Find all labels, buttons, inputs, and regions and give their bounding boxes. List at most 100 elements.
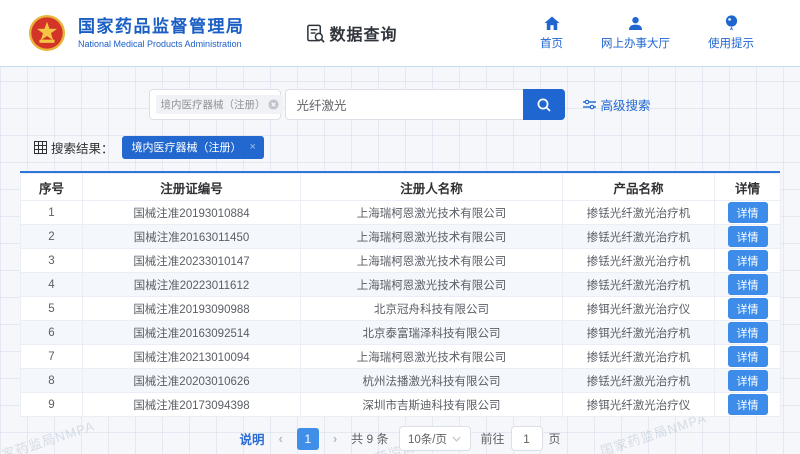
row-registrant: 北京泰富瑞泽科技有限公司	[300, 320, 563, 345]
row-reg-no: 国械注准20163092514	[82, 320, 301, 345]
row-product: 掺铒光纤激光治疗机	[562, 320, 715, 345]
row-registrant: 北京冠舟科技有限公司	[300, 296, 563, 321]
table-row: 1 国械注准20193010884 上海瑞柯恩激光技术有限公司 掺铥光纤激光治疗机 详情	[20, 200, 781, 225]
row-detail-cell: 详情	[714, 368, 781, 393]
row-registrant: 上海瑞柯恩激光技术有限公司	[300, 272, 563, 297]
row-detail-cell: 详情	[714, 200, 781, 225]
row-reg-no: 国械注准20163011450	[82, 224, 301, 249]
app-title-block: 数据查询	[305, 21, 398, 45]
row-index: 9	[20, 392, 83, 417]
row-detail-cell: 详情	[714, 224, 781, 249]
row-detail-cell: 详情	[714, 248, 781, 273]
goto-page-group: 前往 页	[481, 426, 561, 451]
nav-item-usage-tips[interactable]: 使用提示	[708, 15, 754, 51]
row-product: 掺铥光纤激光治疗机	[562, 344, 715, 369]
row-reg-no: 国械注准20213010094	[82, 344, 301, 369]
row-reg-no: 国械注准20233010147	[82, 248, 301, 273]
detail-button[interactable]: 详情	[727, 346, 768, 367]
row-detail-cell: 详情	[714, 320, 781, 345]
row-product: 掺铒光纤激光治疗仪	[562, 392, 715, 417]
national-emblem-logo	[28, 14, 66, 52]
category-select[interactable]: 境内医疗器械（注册）	[149, 89, 284, 120]
note-link[interactable]: 说明	[239, 429, 264, 448]
next-page-icon[interactable]: ›	[329, 431, 341, 446]
search-button[interactable]	[523, 89, 566, 120]
row-index: 4	[20, 272, 83, 297]
table-header-row: 序号 注册证编号 注册人名称 产品名称 详情	[20, 173, 781, 201]
page-title: 数据查询	[329, 27, 398, 44]
chevron-down-icon	[452, 436, 461, 442]
row-detail-cell: 详情	[714, 344, 781, 369]
detail-button[interactable]: 详情	[727, 322, 768, 343]
col-header-product: 产品名称	[562, 173, 715, 201]
detail-button[interactable]: 详情	[727, 202, 768, 223]
detail-button[interactable]: 详情	[727, 274, 768, 295]
col-header-reg-no: 注册证编号	[82, 173, 301, 201]
table-row: 3 国械注准20233010147 上海瑞柯恩激光技术有限公司 掺铥光纤激光治疗机 详情	[20, 248, 781, 273]
advanced-search-link[interactable]: 高级搜索	[583, 95, 651, 114]
close-icon[interactable]: ×	[250, 141, 256, 153]
row-index: 2	[20, 224, 83, 249]
row-index: 5	[20, 296, 83, 321]
active-filter-label: 境内医疗器械（注册）	[131, 142, 242, 154]
search-input[interactable]	[285, 89, 524, 120]
category-tag-label: 境内医疗器械（注册）	[160, 99, 266, 111]
tag-remove-icon[interactable]	[268, 99, 280, 110]
row-product: 掺铥光纤激光治疗机	[562, 368, 715, 393]
row-reg-no: 国械注准20223011612	[82, 272, 301, 297]
row-detail-cell: 详情	[714, 296, 781, 321]
page: 国家药监局NMPA 国家药监局NMPA 国家药监局NMPA 国家药品监督管理局 …	[0, 0, 800, 454]
grid-icon	[34, 141, 47, 154]
row-detail-cell: 详情	[714, 272, 781, 297]
category-tag: 境内医疗器械（注册）	[156, 95, 284, 114]
row-detail-cell: 详情	[714, 392, 781, 417]
search-results-bar: 搜索结果： 境内医疗器械（注册） ×	[34, 136, 800, 159]
current-page-button[interactable]: 1	[296, 427, 319, 450]
row-reg-no: 国械注准20173094398	[82, 392, 301, 417]
org-title: 国家药品监督管理局	[78, 17, 245, 36]
active-filter-tag[interactable]: 境内医疗器械（注册） ×	[121, 136, 264, 159]
row-index: 3	[20, 248, 83, 273]
row-index: 8	[20, 368, 83, 393]
row-reg-no: 国械注准20203010626	[82, 368, 301, 393]
goto-page-input[interactable]	[510, 426, 543, 451]
goto-suffix-label: 页	[548, 432, 561, 446]
table-row: 4 国械注准20223011612 上海瑞柯恩激光技术有限公司 掺铥光纤激光治疗机 详情	[20, 272, 781, 297]
nav-item-label: 使用提示	[708, 38, 754, 50]
search-bar: 境内医疗器械（注册） 光纤激光 高级搜索	[0, 89, 800, 120]
table-row: 5 国械注准20193090988 北京冠舟科技有限公司 掺铒光纤激光治疗仪 详情	[20, 296, 781, 321]
results-table-card: 序号 注册证编号 注册人名称 产品名称 详情 1 国械注准20193010884 上…	[20, 171, 781, 417]
table-row: 8 国械注准20203010626 杭州法播激光科技有限公司 掺铥光纤激光治疗机 详情	[20, 368, 781, 393]
table-row: 6 国械注准20163092514 北京泰富瑞泽科技有限公司 掺铒光纤激光治疗机 详情	[20, 320, 781, 345]
nav-item-home[interactable]: 首页	[540, 15, 563, 51]
row-reg-no: 国械注准20193010884	[82, 200, 301, 225]
row-product: 掺铥光纤激光治疗机	[562, 200, 715, 225]
row-product: 掺铥光纤激光治疗机	[562, 248, 715, 273]
results-table: 序号 注册证编号 注册人名称 产品名称 详情 1 国械注准20193010884 上…	[20, 173, 781, 417]
table-row: 7 国械注准20213010094 上海瑞柯恩激光技术有限公司 掺铥光纤激光治疗机 详情	[20, 344, 781, 369]
detail-button[interactable]: 详情	[727, 370, 768, 391]
row-registrant: 杭州法播激光科技有限公司	[300, 368, 563, 393]
row-registrant: 上海瑞柯恩激光技术有限公司	[300, 248, 563, 273]
detail-button[interactable]: 详情	[727, 226, 768, 247]
row-index: 7	[20, 344, 83, 369]
results-label: 搜索结果：	[51, 142, 114, 156]
nav-item-label: 首页	[540, 38, 563, 50]
row-registrant: 上海瑞柯恩激光技术有限公司	[300, 224, 563, 249]
table-row: 9 国械注准20173094398 深圳市吉斯迪科技有限公司 掺铒光纤激光治疗仪 详情	[20, 392, 781, 417]
page-size-select[interactable]: 10条/页	[398, 426, 471, 451]
nav-item-service-hall[interactable]: 网上办事大厅	[601, 15, 670, 51]
filter-sliders-icon	[583, 99, 597, 110]
prev-page-icon[interactable]: ‹	[274, 431, 286, 446]
pagination: 说明 ‹ 1 › 共 9 条 10条/页 前往 页	[0, 426, 800, 451]
detail-button[interactable]: 详情	[727, 394, 768, 415]
search-icon	[538, 98, 552, 112]
tip-icon	[725, 15, 738, 31]
row-product: 掺铥光纤激光治疗机	[562, 272, 715, 297]
page-size-value: 10条/页	[408, 433, 447, 446]
total-count-label: 共 9 条	[351, 432, 389, 446]
detail-button[interactable]: 详情	[727, 250, 768, 271]
advanced-search-label: 高级搜索	[600, 99, 651, 113]
detail-button[interactable]: 详情	[727, 298, 768, 319]
goto-prefix-label: 前往	[480, 432, 505, 446]
